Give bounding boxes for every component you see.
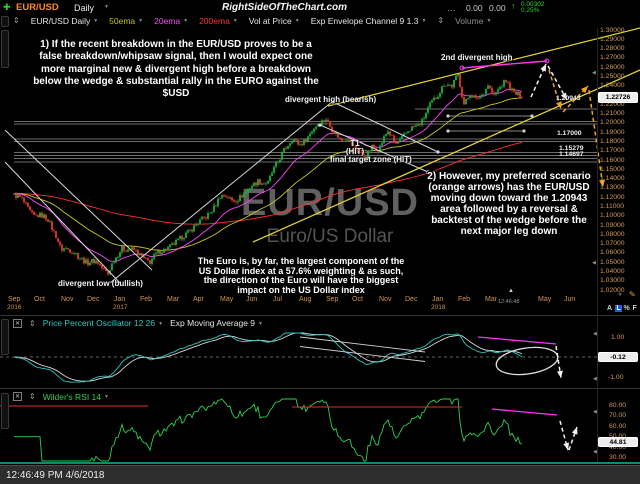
ppo-current-box: -0.12 xyxy=(598,352,638,362)
chart-application-window: EUR/USD Euro/US Dollar 1.30000 1.29000 1… xyxy=(0,0,640,484)
current-price-box: 1.22726 xyxy=(598,92,638,103)
scale-percent-button[interactable]: % xyxy=(624,305,630,312)
chevron-down-icon: ▼ xyxy=(93,18,99,25)
site-watermark: RightSideOfTheChart.com xyxy=(222,1,348,13)
reorder-icon[interactable]: ⇕ xyxy=(13,16,20,25)
axis-divider xyxy=(597,28,598,463)
rsi-current-box: 44.81 xyxy=(598,437,638,447)
rsi-panel-header: ✕ ⇕ Wilder's RSI 14 ▼ xyxy=(0,390,598,403)
annotation-note-2: 2) However, my preferred scenario (orang… xyxy=(427,171,591,237)
final-target-zone-label: final target zone (HIT) xyxy=(330,155,412,164)
toolbar-item-vol-at-price[interactable]: Vol at Price ▼ xyxy=(249,16,300,26)
rsi-indicator-label[interactable]: Wilder's RSI 14 ▼ xyxy=(43,392,109,402)
status-timestamp: 12:46:49 PM 4/6/2018 xyxy=(6,470,105,481)
time-cursor-icon: ▲ xyxy=(508,288,514,294)
overflow-dots: … xyxy=(447,2,456,13)
scale-f-button[interactable]: F xyxy=(633,305,637,312)
rsi-overlays xyxy=(0,405,578,451)
axis-marker-icon: ◀ xyxy=(592,70,596,76)
divergent-high-label: divergent high (bearish) xyxy=(285,95,377,104)
ppo-indicator-label[interactable]: Price Percent Oscillator 12 26 ▼ xyxy=(43,318,163,328)
symbol-label[interactable]: EUR/USD xyxy=(16,2,59,13)
chevron-down-icon[interactable]: ▼ xyxy=(104,4,109,10)
reorder-icon[interactable]: ⇕ xyxy=(29,392,36,401)
ask-value: 0.00 xyxy=(489,2,506,13)
chevron-down-icon: ▼ xyxy=(104,394,109,401)
chevron-down-icon: ▼ xyxy=(486,18,492,25)
reorder-icon[interactable]: ⇕ xyxy=(29,319,36,328)
toolbar-item-20ema[interactable]: 20ema ▼ xyxy=(154,16,188,26)
close-icon[interactable]: ✕ xyxy=(13,318,22,328)
toolbar-item-envelope-channel[interactable]: Exp Envelope Channel 9 1.3 ▼ xyxy=(311,16,427,26)
timeframe-selector[interactable]: Daily xyxy=(74,3,94,13)
chevron-down-icon: ▼ xyxy=(158,320,164,327)
change-up-arrow-icon: ↑ xyxy=(511,1,516,11)
chevron-down-icon: ▼ xyxy=(294,18,300,25)
annotation-note-3: The Euro is, by far, the largest compone… xyxy=(197,256,405,296)
panel-divider[interactable] xyxy=(0,388,640,389)
pencil-icon[interactable]: ✎ xyxy=(629,290,636,299)
left-tool-tab[interactable] xyxy=(1,16,9,27)
axis-marker-icon: ◀ xyxy=(592,260,596,266)
ppo-overlays xyxy=(0,336,598,379)
toolbar-item-volume[interactable]: Volume ▼ xyxy=(455,16,491,26)
chevron-down-icon: ▼ xyxy=(138,18,144,25)
draw-tool-icon[interactable]: ● xyxy=(618,291,622,298)
chevron-down-icon: ▼ xyxy=(421,18,427,25)
bid-value: 0.00 xyxy=(466,2,483,13)
indicator-toolbar: ⇕ EUR/USD Daily ▼ 50ema ▼ 20ema ▼ 200ema ▼ V… xyxy=(0,13,640,28)
reorder-icon[interactable]: ⇕ xyxy=(437,16,444,25)
title-bar: ✚ EUR/USD Daily ▼ RightSideOfTheChart.co… xyxy=(0,0,640,15)
chevron-down-icon: ▼ xyxy=(258,320,263,327)
divergent-low-label: divergent low (bullish) xyxy=(58,279,143,288)
time-cursor-label: 12:46:48 xyxy=(498,299,520,305)
annotation-note-1: 1) If the recent breakdown in the EUR/US… xyxy=(33,39,319,100)
scale-arithmetic-button[interactable]: A xyxy=(607,305,612,312)
ppo-panel-header: ✕ ⇕ Price Percent Oscillator 12 26 ▼ Exp … xyxy=(0,317,598,330)
support-resistance-lines xyxy=(14,108,598,163)
chevron-down-icon: ▼ xyxy=(232,18,238,25)
left-tool-tab[interactable] xyxy=(1,30,9,68)
add-symbol-icon[interactable]: ✚ xyxy=(3,2,11,13)
ppo-ema-overlay-label[interactable]: Exp Moving Average 9 ▼ xyxy=(170,318,263,328)
close-icon[interactable]: ✕ xyxy=(13,392,22,401)
toolbar-item-200ema[interactable]: 200ema ▼ xyxy=(199,16,238,26)
scenario-arrows-white xyxy=(530,63,568,101)
toolbar-item-symbol[interactable]: EUR/USD Daily ▼ xyxy=(31,16,98,26)
chevron-down-icon: ▼ xyxy=(183,18,189,25)
ppo-series xyxy=(13,332,523,383)
toolbar-item-50ema[interactable]: 50ema ▼ xyxy=(109,16,143,26)
scale-log-button[interactable]: L xyxy=(615,305,623,312)
second-divergent-high-label: 2nd divergent high xyxy=(441,53,513,62)
rsi-series xyxy=(14,398,523,462)
status-bar: 12:46:49 PM 4/6/2018 xyxy=(0,465,640,484)
bottom-panel-border xyxy=(0,462,640,464)
